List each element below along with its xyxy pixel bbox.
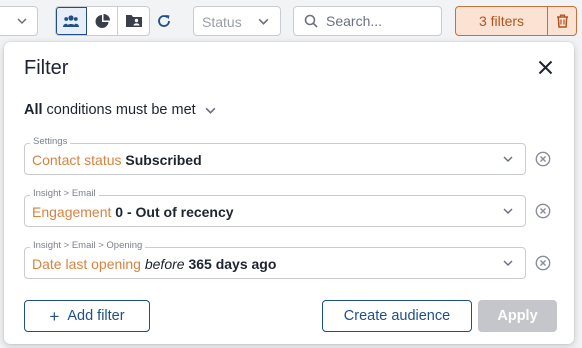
filter-row: Insight > Email > Opening Date last open… bbox=[24, 240, 559, 281]
folder-user-icon bbox=[125, 15, 142, 27]
segments-view-button[interactable] bbox=[87, 7, 118, 35]
remove-circle-icon bbox=[535, 151, 551, 167]
filter-value: Engagement 0 - Out of recency bbox=[32, 204, 234, 220]
filter-path-label: Insight > Email bbox=[30, 188, 99, 199]
filter-value: Date last opening before 365 days ago bbox=[32, 256, 276, 272]
search-box bbox=[293, 6, 442, 36]
view-dropdown[interactable] bbox=[0, 6, 38, 36]
chevron-down-icon bbox=[17, 18, 27, 25]
filter-panel: Filter All conditions must be met Settin… bbox=[4, 42, 574, 344]
chevron-down-icon bbox=[503, 208, 513, 215]
conditions-text: conditions must be met bbox=[42, 102, 196, 118]
people-icon bbox=[63, 15, 79, 27]
chevron-down-icon bbox=[258, 18, 269, 25]
filters-toggle-button[interactable]: 3 filters bbox=[456, 7, 548, 35]
chevron-down-icon bbox=[205, 107, 216, 114]
filter-path-label: Settings bbox=[30, 136, 71, 147]
filter-operand: 365 days ago bbox=[188, 256, 277, 272]
folders-view-button[interactable] bbox=[118, 7, 149, 35]
pie-chart-icon bbox=[95, 13, 110, 28]
remove-filter-button[interactable] bbox=[534, 202, 552, 220]
add-filter-button[interactable]: + Add filter bbox=[24, 300, 150, 332]
view-switcher bbox=[55, 6, 150, 36]
plus-icon: + bbox=[49, 306, 60, 326]
remove-filter-button[interactable] bbox=[534, 254, 552, 272]
clear-filters-button[interactable] bbox=[548, 7, 576, 35]
apply-button[interactable]: Apply bbox=[478, 300, 557, 332]
remove-circle-icon bbox=[535, 203, 551, 219]
filter-row: Settings Contact status Subscribed bbox=[24, 136, 559, 177]
add-filter-label: Add filter bbox=[67, 308, 125, 324]
toolbar: Status 3 filters bbox=[0, 0, 582, 40]
chevron-down-icon bbox=[503, 156, 513, 163]
filters-button-group: 3 filters bbox=[455, 6, 577, 36]
trash-icon bbox=[556, 14, 568, 28]
filter-path-label: Insight > Email > Opening bbox=[30, 240, 146, 251]
status-placeholder: Status bbox=[202, 14, 242, 30]
remove-circle-icon bbox=[535, 255, 551, 271]
panel-title: Filter bbox=[24, 57, 69, 79]
create-audience-button[interactable]: Create audience bbox=[322, 300, 472, 332]
close-button[interactable] bbox=[534, 56, 556, 78]
filter-operand: Subscribed bbox=[125, 152, 202, 168]
conditions-quantifier: All bbox=[24, 102, 43, 118]
refresh-button[interactable] bbox=[153, 10, 175, 32]
search-input[interactable] bbox=[326, 11, 436, 31]
filter-operator: before bbox=[144, 256, 185, 272]
filter-key: Date last opening bbox=[32, 256, 141, 272]
search-icon bbox=[304, 14, 318, 28]
filter-key: Engagement bbox=[32, 204, 112, 220]
filter-operand: 0 - Out of recency bbox=[115, 204, 234, 220]
contacts-view-button[interactable] bbox=[56, 7, 87, 35]
filter-key: Contact status bbox=[32, 152, 122, 168]
status-dropdown[interactable]: Status bbox=[193, 6, 281, 36]
chevron-down-icon bbox=[503, 260, 513, 267]
close-icon bbox=[538, 60, 552, 74]
refresh-icon bbox=[158, 15, 170, 27]
conditions-selector[interactable]: All conditions must be met bbox=[24, 102, 217, 118]
remove-filter-button[interactable] bbox=[534, 150, 552, 168]
filter-value: Contact status Subscribed bbox=[32, 152, 202, 168]
filter-row: Insight > Email Engagement 0 - Out of re… bbox=[24, 188, 559, 229]
